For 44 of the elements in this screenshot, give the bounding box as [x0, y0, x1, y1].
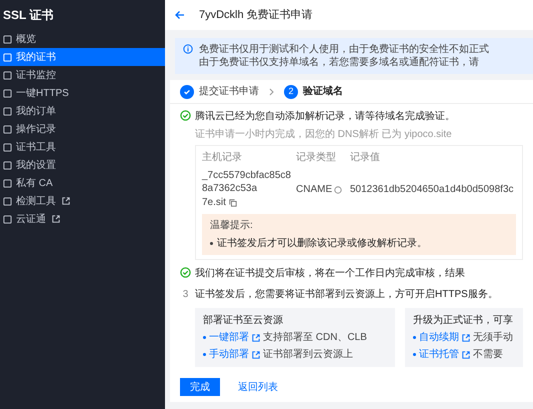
step-label: 验证域名 — [303, 84, 343, 99]
notice-text: 免费证书仅用于测试和个人使用，由于免费证书的安全性不如正式 — [199, 43, 489, 56]
sidebar-item[interactable]: 我的订单 — [0, 102, 165, 120]
link-description: 支持部署至 CDN、CLB — [263, 330, 367, 345]
table-cell: _7cc5579cbfac85c88a7362c53a — [202, 169, 292, 195]
sidebar-item[interactable]: 一键HTTPS — [0, 84, 165, 102]
table-cell-text: CNAME — [296, 183, 332, 197]
progress-text: 我们将在证书提交后审核，将在一个工作日内完成审核，结果 — [195, 266, 465, 281]
card-link[interactable]: 自动续期 — [419, 330, 459, 345]
progress-hint: 证书申请一小时内完成，因您的 DNS解析 已为 yipoco.site — [194, 128, 453, 142]
sidebar-item[interactable]: 概览 — [0, 30, 165, 48]
step-indicator: 2 — [284, 84, 298, 98]
column-header: 主机记录 — [202, 150, 243, 165]
sidebar-item[interactable]: 私有 CA — [0, 174, 165, 192]
progress-text: 腾讯云已经为您自动添加解析记录，请等待域名完成验证。 — [195, 110, 455, 124]
progress-text: 证书签发后，您需要将证书部署到云资源上，方可开启HTTPS服务。 — [195, 288, 498, 302]
link-description: 无须手动 — [473, 330, 513, 345]
column-header: 记录值 — [350, 151, 381, 165]
back-to-list-link[interactable]: 返回列表 — [238, 380, 278, 394]
sidebar-item[interactable]: 检测工具 — [0, 192, 165, 210]
sidebar-item[interactable]: 操作记录 — [0, 120, 165, 138]
sidebar-item[interactable]: 云证通 — [0, 210, 165, 228]
table-cell-text: 5012361db5204650a1d4b0d5098f3c — [350, 183, 515, 197]
step-label: 提交证书申请 — [199, 84, 259, 99]
sidebar-title: SSL 证书 — [2, 7, 54, 24]
notice-text: 由于免费证书仅支持单域名，若您需要多域名或通配符证书，请 — [199, 56, 480, 69]
card-link[interactable]: 手动部署 — [209, 347, 249, 362]
warning-title: 温馨提示: — [210, 218, 254, 233]
link-description: 不需要 — [473, 348, 503, 362]
card-title: 部署证书至云资源 — [203, 314, 284, 328]
finish-button[interactable]: 完成 — [180, 378, 220, 396]
table-cell-text: 7e.sit — [202, 196, 226, 210]
sidebar-item[interactable]: 我的设置 — [0, 156, 165, 174]
sidebar-item[interactable]: 证书工具 — [0, 138, 165, 156]
card-link[interactable]: 一键部署 — [209, 330, 249, 345]
sidebar-item[interactable]: 证书监控 — [0, 66, 165, 84]
warning-text: 证书签发后才可以删除该记录或修改解析记录。 — [217, 236, 427, 251]
card-title: 升级为正式证书，可享 — [413, 314, 514, 328]
column-header: 记录类型 — [296, 150, 337, 165]
page-title: 7yvDcklh 免费证书申请 — [199, 8, 313, 23]
link-description: 证书部署到云资源上 — [263, 348, 353, 362]
sidebar-item[interactable]: 我的证书 — [0, 48, 165, 66]
step-number: 3 — [182, 288, 190, 302]
card-link[interactable]: 证书托管 — [419, 347, 459, 362]
